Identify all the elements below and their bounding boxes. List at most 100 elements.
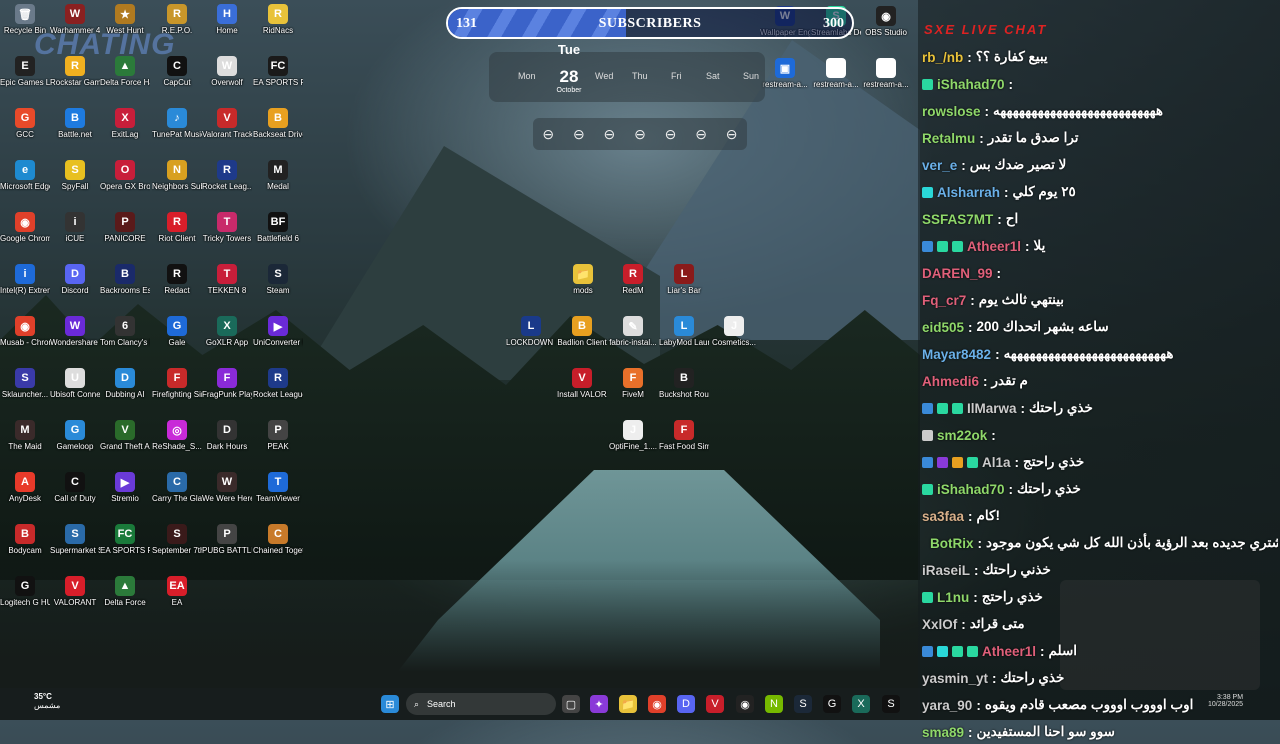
desktop-shortcut-pubg-battlegr[interactable]: P PUBG BATTLEGR... — [202, 524, 252, 556]
chat-username[interactable]: Mayar8482 — [922, 347, 991, 362]
chat-username[interactable]: Ahmedi6 — [922, 374, 979, 389]
desktop-shortcut-grand-theft-auto-v[interactable]: V Grand Theft Auto V — [100, 420, 150, 452]
desktop-shortcut-overwolf[interactable]: W Overwolf — [202, 56, 252, 88]
desktop-shortcut-valorant-tracker[interactable]: V Valorant Tracker — [202, 108, 252, 140]
link-icon[interactable]: ⊖ — [726, 126, 738, 143]
desktop-shortcut-supermarket-simulator[interactable]: S Supermarket Simulator — [50, 524, 100, 556]
nvidia-icon[interactable]: N — [765, 695, 783, 713]
desktop-shortcut-opera-gx-browser[interactable]: O Opera GX Browser — [100, 160, 150, 192]
link-icon[interactable]: ⊖ — [604, 126, 616, 143]
obs-icon[interactable]: ◉ — [736, 695, 754, 713]
desktop-shortcut-backseat-drivers[interactable]: B Backseat Drivers — [253, 108, 303, 140]
desktop-shortcut-buckshot-roulette[interactable]: B Buckshot Roulette — [659, 368, 709, 400]
weather-widget[interactable]: 35°C مشمس — [14, 692, 60, 710]
valorant-icon[interactable]: V — [706, 695, 724, 713]
desktop-shortcut-ridnacs[interactable]: R RidNacs — [253, 4, 303, 36]
desktop-shortcut-exitlag[interactable]: X ExitLag — [100, 108, 150, 140]
desktop-shortcut-rocket-league[interactable]: R Rocket League® — [253, 368, 303, 400]
desktop-shortcut-logitech-g-hub[interactable]: G Logitech G HUB — [0, 576, 50, 608]
desktop-shortcut-anydesk[interactable]: A AnyDesk — [0, 472, 50, 504]
link-icon[interactable]: ⊖ — [634, 126, 646, 143]
desktop-shortcut-fast-food-simulator[interactable]: F Fast Food Simulator — [659, 420, 709, 452]
chat-username[interactable]: rowslose — [922, 104, 981, 119]
goxlr-icon[interactable]: X — [852, 695, 870, 713]
desktop-shortcut-icue[interactable]: i iCUE — [50, 212, 100, 244]
chat-username[interactable]: sa3faa — [922, 509, 964, 524]
desktop-shortcut-call-of-duty[interactable]: C Call of Duty — [50, 472, 100, 504]
desktop-shortcut-intel-r-extreme-tu[interactable]: i Intel(R) Extreme Tu... — [0, 264, 50, 296]
chat-username[interactable]: iShahad70 — [937, 482, 1005, 497]
streamlabs-icon[interactable]: S — [882, 695, 900, 713]
desktop-shortcut-dubbing-ai[interactable]: D Dubbing AI — [100, 368, 150, 400]
chat-username[interactable]: DAREN_99 — [922, 266, 993, 281]
link-icon[interactable]: ⊖ — [542, 126, 554, 143]
desktop-shortcut-panicore[interactable]: P PANICORE — [100, 212, 150, 244]
desktop-shortcut-dark-hours[interactable]: D Dark Hours — [202, 420, 252, 452]
task-view-icon[interactable]: ▢ — [562, 695, 580, 713]
chat-username[interactable]: iRaseiL — [922, 563, 970, 578]
steam-icon[interactable]: S — [794, 695, 812, 713]
desktop-shortcut-tekken-8[interactable]: T TEKKEN 8 — [202, 264, 252, 296]
chat-username[interactable]: Fq_cr7 — [922, 293, 966, 308]
chat-username[interactable]: sma89 — [922, 725, 964, 740]
copilot-icon[interactable]: ✦ — [590, 695, 608, 713]
desktop-shortcut-microsoft-edge[interactable]: e Microsoft Edge — [0, 160, 50, 192]
desktop-shortcut-gcc[interactable]: G GCC — [0, 108, 50, 140]
desktop-shortcut-tunepat-music-one[interactable]: ♪ TunePat Music One — [152, 108, 202, 140]
desktop-shortcut-musab-chrome[interactable]: ◉ Musab - Chrome — [0, 316, 50, 348]
chat-username[interactable]: iShahad70 — [937, 77, 1005, 92]
desktop-shortcut-fragpunk-playtest[interactable]: F FragPunk Playtest — [202, 368, 252, 400]
chat-username[interactable]: sm22ok — [937, 428, 987, 443]
desktop-shortcut-valorant[interactable]: V VALORANT — [50, 576, 100, 608]
chat-username[interactable]: BotRix — [930, 536, 974, 551]
chat-username[interactable]: L1nu — [937, 590, 969, 605]
desktop-shortcut-steam[interactable]: S Steam — [253, 264, 303, 296]
desktop-shortcut-delta-force[interactable]: ▲ Delta Force — [100, 576, 150, 608]
desktop-shortcut-restream-a[interactable]: ▤ restream-a... — [811, 58, 861, 90]
chat-username[interactable]: yara_90 — [922, 698, 972, 713]
desktop-shortcut-optifine-1[interactable]: J OptiFine_1.... — [608, 420, 658, 452]
desktop-shortcut-redm[interactable]: R RedM — [608, 264, 658, 296]
desktop-shortcut-cosmetics[interactable]: J Cosmetics... — [709, 316, 759, 348]
desktop-shortcut-labymod-launcher[interactable]: L LabyMod Launcher — [659, 316, 709, 348]
taskbar-search[interactable]: ⌕ Search — [406, 693, 556, 715]
desktop-shortcut-ubisoft-connect[interactable]: U Ubisoft Connect — [50, 368, 100, 400]
desktop-shortcut-redact[interactable]: R Redact — [152, 264, 202, 296]
desktop-shortcut-peak[interactable]: P PEAK — [253, 420, 303, 452]
desktop-shortcut-backrooms-escape-t[interactable]: B Backrooms Escape T... — [100, 264, 150, 296]
desktop-shortcut-goxlr-app[interactable]: X GoXLR App — [202, 316, 252, 348]
desktop-shortcut-sklauncher[interactable]: S Sklauncher... — [0, 368, 50, 400]
desktop-shortcut-medal[interactable]: M Medal — [253, 160, 303, 192]
desktop-shortcut-badlion-client[interactable]: B Badlion Client — [557, 316, 607, 348]
desktop-shortcut-riot-client[interactable]: R Riot Client — [152, 212, 202, 244]
desktop-shortcut-fabric-instal[interactable]: ✎ fabric-instal... — [608, 316, 658, 348]
desktop-shortcut-ea[interactable]: EA EA — [152, 576, 202, 608]
chat-username[interactable]: rb_/nb — [922, 50, 963, 65]
chat-username[interactable]: Al1a — [982, 455, 1011, 470]
chat-username[interactable]: yasmin_yt — [922, 671, 988, 686]
desktop-shortcut-firefighting-simulator[interactable]: F Firefighting Simulator... — [152, 368, 202, 400]
calendar-widget[interactable]: Mon Tue 28 October Wed Thu Fri Sat Sun — [489, 42, 765, 102]
desktop-shortcut-teamviewer[interactable]: T TeamViewer — [253, 472, 303, 504]
desktop-shortcut-ea-sports-fc-25[interactable]: FC EA SPORTS FC 25 — [100, 524, 150, 556]
desktop-shortcut-battle-net[interactable]: B Battle.net — [50, 108, 100, 140]
link-icon[interactable]: ⊖ — [665, 126, 677, 143]
discord-icon[interactable]: D — [677, 695, 695, 713]
desktop-shortcut-the-maid[interactable]: M The Maid — [0, 420, 50, 452]
desktop-shortcut-stremio[interactable]: ▶ Stremio — [100, 472, 150, 504]
desktop-shortcut-liar-s-bar[interactable]: L Liar's Bar — [659, 264, 709, 296]
chrome-icon[interactable]: ◉ — [648, 695, 666, 713]
link-icon[interactable]: ⊖ — [695, 126, 707, 143]
logitech-icon[interactable]: G — [823, 695, 841, 713]
file-explorer-icon[interactable]: 📁 — [619, 695, 637, 713]
desktop-shortcut-home[interactable]: H Home — [202, 4, 252, 36]
desktop-shortcut-google-chrome[interactable]: ◉ Google Chrome — [0, 212, 50, 244]
chat-username[interactable]: eid505 — [922, 320, 964, 335]
desktop-shortcut-fivem[interactable]: F FiveM — [608, 368, 658, 400]
desktop-shortcut-mods[interactable]: 📁 mods — [558, 264, 608, 296]
chat-username[interactable]: Retalmu — [922, 131, 975, 146]
desktop-shortcut-gale[interactable]: G Gale — [152, 316, 202, 348]
desktop-shortcut-uniconverter-player[interactable]: ▶ UniConverter Player — [253, 316, 303, 348]
desktop-shortcut-obs-studio[interactable]: ◉ OBS Studio — [861, 6, 911, 38]
desktop-shortcut-lockdown-protocol[interactable]: L LOCKDOWN Protocol — [506, 316, 556, 348]
